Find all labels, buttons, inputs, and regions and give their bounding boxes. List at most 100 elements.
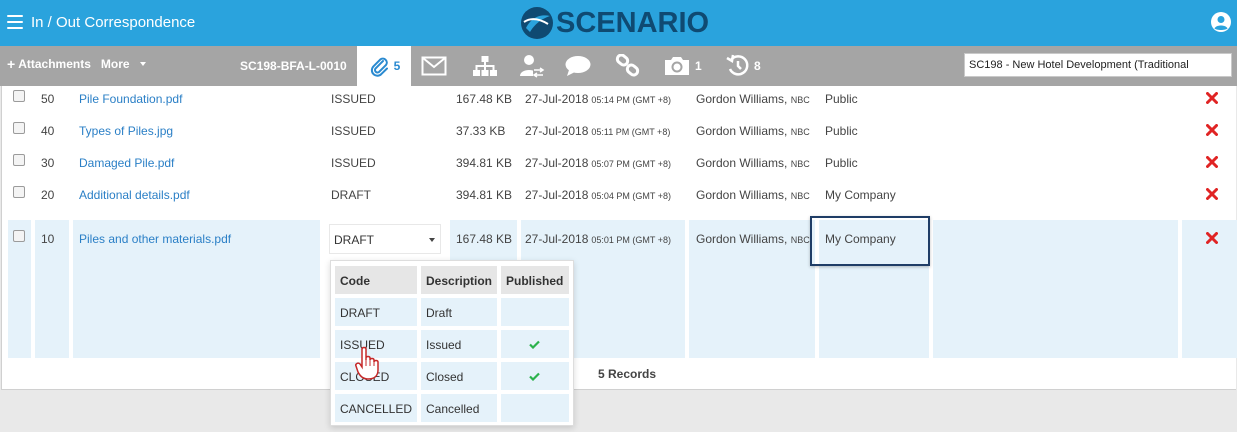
uploader-org: NBC [790, 95, 810, 105]
tab-workflow[interactable] [472, 54, 498, 78]
project-selector[interactable]: SC198 - New Hotel Development (Tradition… [964, 53, 1232, 77]
hierarchy-icon [473, 56, 497, 76]
dropdown-option-code[interactable]: DRAFT [335, 298, 417, 326]
user-transfer-icon [520, 55, 545, 78]
delete-icon[interactable] [1206, 188, 1218, 200]
row-checkbox[interactable] [13, 90, 25, 102]
scenario-logo: SCENARIO [520, 5, 709, 41]
records-count: 5 Records [598, 367, 657, 381]
user-account-icon[interactable] [1210, 11, 1232, 33]
upload-date: 27-Jul-2018 05:07 PM (GMT +8) [525, 144, 671, 176]
file-link[interactable]: Pile Foundation.pdf [79, 80, 182, 112]
upload-date: 27-Jul-2018 05:14 PM (GMT +8) [525, 80, 671, 112]
uploader-name: Gordon Williams, [696, 232, 788, 246]
uploader-org: NBC [790, 127, 810, 137]
file-size: 37.33 KB [456, 124, 506, 138]
row-checkbox[interactable] [13, 154, 25, 166]
status-select[interactable]: DRAFT [329, 224, 441, 254]
table-row[interactable]: 30 Damaged Pile.pdf ISSUED 394.81 KB 27-… [2, 144, 1237, 176]
chevron-down-icon [429, 238, 435, 242]
uploaded-by: Gordon Williams, NBC [696, 176, 810, 208]
dropdown-option-code[interactable]: ISSUED [335, 330, 417, 358]
uploader-name: Gordon Williams, [696, 188, 788, 202]
dropdown-option-code[interactable]: CANCELLED [335, 394, 417, 422]
uploaded-by: Gordon Williams, NBC [696, 220, 810, 252]
uploaded-by: Gordon Williams, NBC [696, 80, 810, 112]
dropdown-option-description[interactable]: Issued [421, 330, 497, 358]
more-menu-button[interactable]: More [101, 57, 146, 71]
dropdown-option-published[interactable] [501, 330, 569, 358]
dropdown-option-published[interactable] [501, 298, 569, 326]
table-row[interactable]: 40 Types of Piles.jpg ISSUED 37.33 KB 27… [2, 112, 1237, 144]
delete-icon[interactable] [1206, 124, 1218, 136]
document-reference: SC198-BFA-L-0010 [240, 59, 347, 73]
comment-icon [565, 56, 591, 76]
date-text: 27-Jul-2018 [525, 156, 589, 170]
toolbar-left: + Attachments More [7, 57, 146, 71]
file-link[interactable]: Damaged Pile.pdf [79, 144, 174, 176]
tab-photos[interactable]: 1 [663, 54, 702, 78]
access-level: Public [825, 156, 858, 170]
time-text: 05:11 PM (GMT +8) [591, 127, 671, 137]
envelope-icon [421, 56, 447, 76]
dropdown-option-description[interactable]: Closed [421, 362, 497, 390]
file-size: 167.48 KB [456, 92, 513, 106]
access-level: Public [825, 124, 858, 138]
table-row[interactable]: 20 Additional details.pdf DRAFT 394.81 K… [2, 176, 1237, 208]
file-link[interactable]: Piles and other materials.pdf [79, 220, 231, 252]
status-text: DRAFT [331, 188, 371, 202]
row-checkbox[interactable] [13, 230, 25, 242]
attachments-menu-button[interactable]: + Attachments [7, 57, 91, 71]
tab-distribution[interactable] [519, 54, 545, 78]
attachments-count: 5 [393, 59, 401, 73]
caret-down-icon [139, 62, 146, 66]
logo-text: SCENARIO [556, 6, 710, 39]
tab-mail[interactable] [421, 54, 447, 78]
tab-links[interactable] [615, 54, 641, 78]
table-row[interactable]: 50 Pile Foundation.pdf ISSUED 167.48 KB … [2, 80, 1237, 112]
dropdown-option-published[interactable] [501, 394, 569, 422]
date-text: 27-Jul-2018 [525, 124, 589, 138]
time-text: 05:01 PM (GMT +8) [591, 235, 671, 245]
delete-icon[interactable] [1206, 92, 1218, 104]
file-link[interactable]: Types of Piles.jpg [79, 112, 173, 144]
status-text: ISSUED [331, 124, 376, 138]
row-number: 50 [41, 92, 55, 106]
row-checkbox[interactable] [13, 122, 25, 134]
file-link[interactable]: Additional details.pdf [79, 176, 190, 208]
check-icon [529, 372, 540, 381]
attachments-label: Attachments [18, 57, 91, 71]
status-select-value: DRAFT [334, 233, 374, 247]
uploader-name: Gordon Williams, [696, 124, 788, 138]
dropdown-option-code[interactable]: CLOSED [335, 362, 417, 390]
dropdown-header-code: Code [335, 266, 417, 294]
status-text: ISSUED [331, 156, 376, 170]
uploader-org: NBC [790, 159, 810, 169]
dropdown-header-published: Published [501, 266, 569, 294]
status-dropdown: Code Description Published DRAFT Draft I… [330, 260, 574, 426]
menu-icon[interactable] [7, 15, 23, 29]
delete-icon[interactable] [1206, 156, 1218, 168]
uploader-org: NBC [790, 235, 810, 245]
tab-history[interactable]: 8 [726, 54, 761, 78]
row-number: 30 [41, 156, 55, 170]
uploaded-by: Gordon Williams, NBC [696, 144, 810, 176]
access-level: My Company [825, 188, 896, 202]
table-row-selected[interactable]: 10 Piles and other materials.pdf 167.48 … [2, 220, 1237, 252]
dropdown-option-description[interactable]: Cancelled [421, 394, 497, 422]
row-number: 20 [41, 188, 55, 202]
access-cell-focus[interactable] [810, 216, 930, 266]
time-text: 05:14 PM (GMT +8) [591, 95, 671, 105]
scenario-logo-icon [521, 7, 553, 39]
dropdown-option-description[interactable]: Draft [421, 298, 497, 326]
file-size: 167.48 KB [456, 232, 513, 246]
link-icon [615, 54, 640, 77]
paperclip-icon [370, 57, 388, 77]
tab-comments[interactable] [564, 54, 592, 78]
dropdown-header-description: Description [421, 266, 497, 294]
row-number: 10 [41, 232, 55, 246]
dropdown-option-published[interactable] [501, 362, 569, 390]
row-checkbox[interactable] [13, 186, 25, 198]
date-text: 27-Jul-2018 [525, 232, 589, 246]
delete-icon[interactable] [1206, 232, 1218, 244]
